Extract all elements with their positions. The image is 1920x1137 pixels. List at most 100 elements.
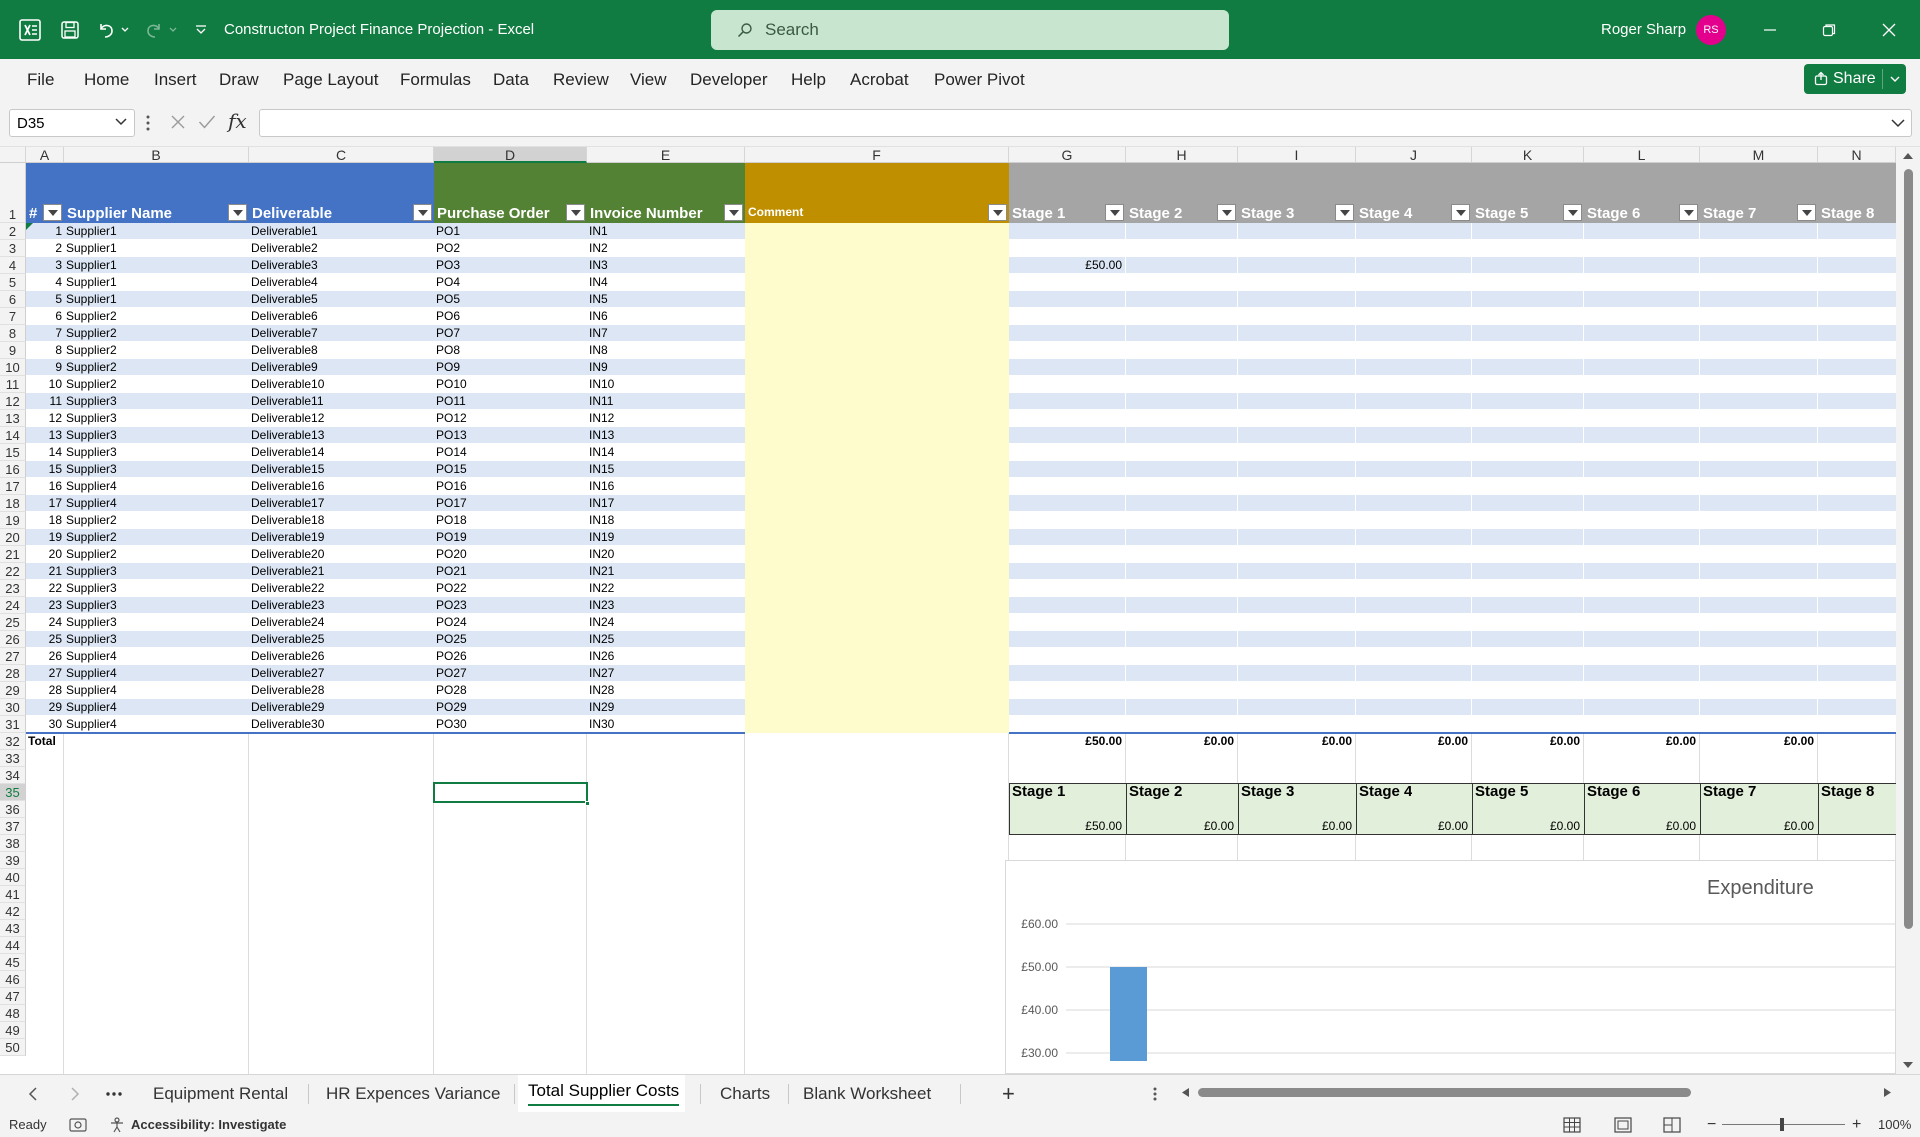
comment-cell[interactable] — [745, 240, 1009, 257]
row-header[interactable]: 15 — [0, 444, 26, 461]
bar-stage-1[interactable] — [1110, 967, 1147, 1061]
row-header[interactable]: 30 — [0, 699, 26, 716]
row-header[interactable]: 7 — [0, 308, 26, 325]
select-all-corner[interactable] — [0, 147, 26, 163]
expand-formula-bar-icon[interactable] — [1891, 119, 1905, 128]
row-header[interactable]: 25 — [0, 614, 26, 631]
filter-dropdown-icon[interactable] — [1335, 204, 1354, 221]
sheet-tab-hr-expences-variance[interactable]: HR Expences Variance — [326, 1075, 501, 1112]
row-header[interactable]: 3 — [0, 240, 26, 257]
row-header[interactable]: 14 — [0, 427, 26, 444]
ribbon-tab-acrobat[interactable]: Acrobat — [850, 59, 909, 101]
ribbon-tab-view[interactable]: View — [630, 59, 667, 101]
column-header-f[interactable]: F — [745, 147, 1009, 163]
filter-dropdown-icon[interactable] — [43, 204, 62, 221]
row-header[interactable]: 19 — [0, 512, 26, 529]
comment-cell[interactable] — [745, 665, 1009, 682]
row-header[interactable]: 38 — [0, 835, 26, 852]
fill-handle[interactable] — [585, 801, 590, 806]
share-button[interactable]: Share — [1804, 64, 1906, 94]
worksheet-grid[interactable]: A B C D E F G H I J K L M N 1 2 3 4 5 6 7 8 9 10 11 12 13 14 15 16 17 1… — [0, 147, 1920, 1074]
comment-cell[interactable] — [745, 291, 1009, 308]
sheet-tab-total-supplier-costs[interactable]: Total Supplier Costs — [518, 1075, 685, 1112]
redo-icon[interactable] — [142, 0, 166, 59]
ribbon-tab-home[interactable]: Home — [84, 59, 129, 101]
ribbon-tab-insert[interactable]: Insert — [154, 59, 197, 101]
scroll-left-icon[interactable] — [1181, 1087, 1190, 1098]
column-header-l[interactable]: L — [1584, 147, 1700, 163]
customize-toolbar-icon[interactable] — [192, 0, 210, 59]
row-header[interactable]: 36 — [0, 801, 26, 818]
row-header[interactable]: 13 — [0, 410, 26, 427]
comment-cell[interactable] — [745, 427, 1009, 444]
row-header[interactable]: 22 — [0, 563, 26, 580]
filter-dropdown-icon[interactable] — [1797, 204, 1816, 221]
row-header[interactable]: 35 — [0, 784, 26, 801]
column-header-d[interactable]: D — [434, 147, 587, 163]
comment-cell[interactable] — [745, 682, 1009, 699]
scroll-up-icon[interactable] — [1902, 152, 1914, 160]
row-header[interactable]: 48 — [0, 1005, 26, 1022]
row-header[interactable]: 49 — [0, 1022, 26, 1039]
column-header-n[interactable]: N — [1818, 147, 1896, 163]
filter-dropdown-icon[interactable] — [1451, 204, 1470, 221]
accessibility-status[interactable]: Accessibility: Investigate — [109, 1112, 286, 1137]
page-break-view-icon[interactable] — [1663, 1112, 1681, 1137]
column-header-j[interactable]: J — [1356, 147, 1472, 163]
filter-dropdown-icon[interactable] — [413, 204, 432, 221]
row-header[interactable]: 39 — [0, 852, 26, 869]
row-header[interactable]: 2 — [0, 223, 26, 240]
ribbon-tab-help[interactable]: Help — [791, 59, 826, 101]
column-header-e[interactable]: E — [587, 147, 745, 163]
row-header[interactable]: 1 — [0, 163, 26, 223]
row-header[interactable]: 32 — [0, 733, 26, 750]
row-header[interactable]: 4 — [0, 257, 26, 274]
sheet-options-icon[interactable] — [1153, 1075, 1157, 1112]
row-header[interactable]: 44 — [0, 937, 26, 954]
row-header[interactable]: 26 — [0, 631, 26, 648]
row-header[interactable]: 46 — [0, 971, 26, 988]
comment-cell[interactable] — [745, 325, 1009, 342]
row-header[interactable]: 20 — [0, 529, 26, 546]
horizontal-scrollbar-thumb[interactable] — [1198, 1088, 1691, 1097]
column-header-i[interactable]: I — [1238, 147, 1356, 163]
ribbon-tab-review[interactable]: Review — [553, 59, 609, 101]
redo-dropdown-icon[interactable] — [167, 0, 179, 59]
row-header[interactable]: 12 — [0, 393, 26, 410]
comment-cell[interactable] — [745, 223, 1009, 240]
comment-cell[interactable] — [745, 393, 1009, 410]
restore-icon[interactable] — [1813, 0, 1845, 59]
name-box[interactable]: D35 — [9, 109, 135, 137]
page-layout-view-icon[interactable] — [1614, 1112, 1632, 1137]
more-options-icon[interactable] — [146, 115, 150, 136]
row-header[interactable]: 23 — [0, 580, 26, 597]
comment-cell[interactable] — [745, 410, 1009, 427]
row-header[interactable]: 28 — [0, 665, 26, 682]
normal-view-icon[interactable] — [1563, 1112, 1581, 1137]
comment-cell[interactable] — [745, 563, 1009, 580]
comment-cell[interactable] — [745, 699, 1009, 716]
comment-cell[interactable] — [745, 512, 1009, 529]
column-header-b[interactable]: B — [64, 147, 249, 163]
sheet-tab-equipment-rental[interactable]: Equipment Rental — [153, 1075, 288, 1112]
comment-cell[interactable] — [745, 274, 1009, 291]
row-header[interactable]: 5 — [0, 274, 26, 291]
minimize-icon[interactable] — [1754, 0, 1786, 59]
confirm-entry-icon[interactable] — [198, 114, 216, 135]
expenditure-chart[interactable]: Expenditure £60.00 £50.00 £40.00 £30.00 — [1005, 860, 1897, 1074]
share-dropdown-icon[interactable] — [1890, 76, 1900, 83]
comment-cell[interactable] — [745, 461, 1009, 478]
avatar[interactable]: RS — [1696, 15, 1726, 45]
scroll-sheets-left-icon[interactable] — [28, 1075, 38, 1112]
ribbon-tab-page-layout[interactable]: Page Layout — [283, 59, 378, 101]
comment-cell[interactable] — [745, 257, 1009, 274]
comment-cell[interactable] — [745, 376, 1009, 393]
comment-cell[interactable] — [745, 478, 1009, 495]
scroll-sheets-right-icon[interactable] — [70, 1075, 80, 1112]
row-header[interactable]: 40 — [0, 869, 26, 886]
row-header[interactable]: 21 — [0, 546, 26, 563]
column-header-c[interactable]: C — [249, 147, 434, 163]
filter-dropdown-icon[interactable] — [228, 204, 247, 221]
comment-cell[interactable] — [745, 529, 1009, 546]
comment-cell[interactable] — [745, 648, 1009, 665]
